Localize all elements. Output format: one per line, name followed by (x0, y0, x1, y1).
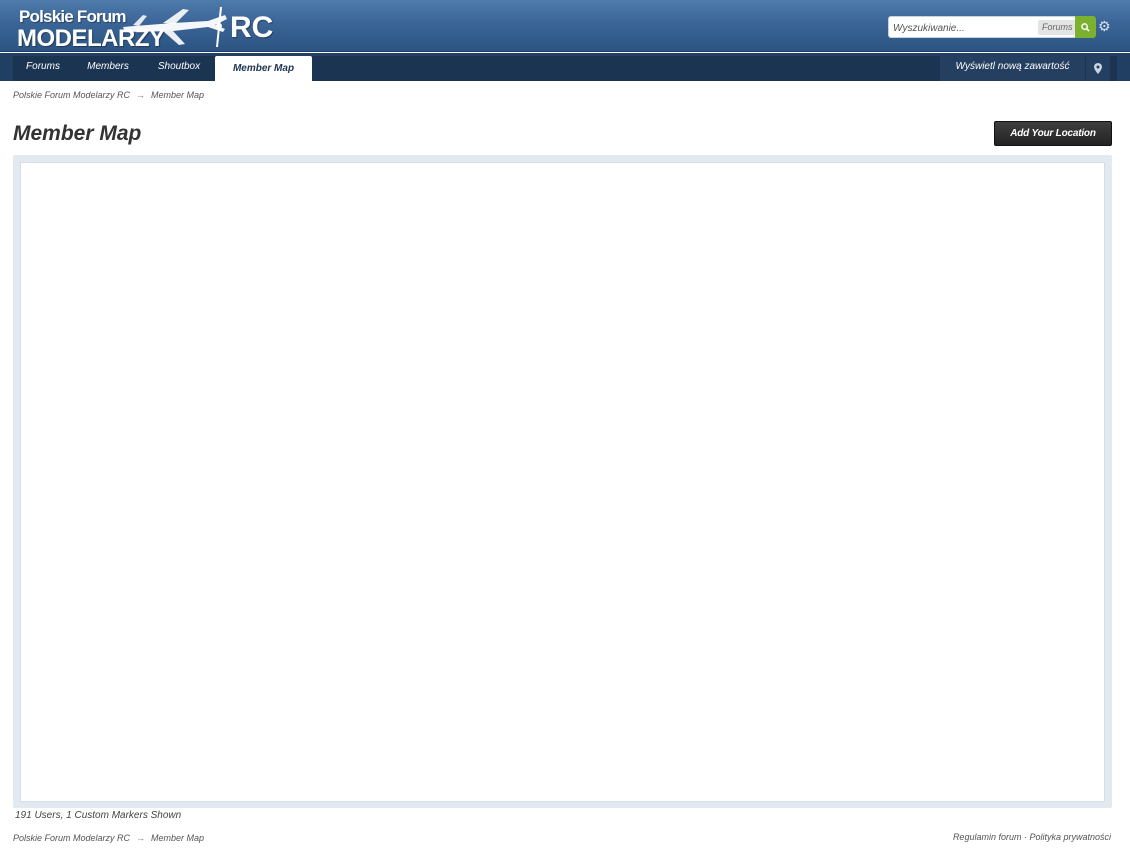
map-container (13, 155, 1112, 808)
site-logo[interactable]: Polskie Forum MODELARZY RC (17, 5, 287, 52)
breadcrumb-current[interactable]: Member Map (151, 90, 204, 100)
tab-members[interactable]: Members (77, 56, 139, 81)
footer-breadcrumb-separator: → (136, 833, 146, 843)
search-scope-button[interactable]: Forums (1038, 20, 1077, 35)
tab-shoutbox[interactable]: Shoutbox (143, 56, 215, 81)
search-box: Forums (888, 16, 1077, 38)
page-title: Member Map (13, 122, 142, 145)
plane-logo-icon (123, 6, 227, 48)
breadcrumb: Polskie Forum Modelarzy RC → Member Map (13, 90, 204, 100)
tab-member-map[interactable]: Member Map (215, 56, 312, 81)
logo-text-top: Polskie Forum (19, 7, 127, 26)
footer-links[interactable]: Regulamin forum · Polityka prywatności (953, 832, 1111, 842)
site-header: Polskie Forum MODELARZY RC Forums ⚙ (0, 0, 1130, 52)
view-new-content-link[interactable]: Wyświetl nową zawartość (940, 56, 1085, 81)
search-icon (1081, 22, 1090, 32)
search-input[interactable] (893, 21, 1033, 35)
logo-rc: RC (230, 11, 274, 44)
breadcrumb-separator: → (136, 90, 146, 100)
search-button[interactable] (1075, 16, 1096, 38)
footer-breadcrumb-home[interactable]: Polskie Forum Modelarzy RC (13, 833, 130, 843)
search-form: Forums (888, 16, 1096, 38)
map-status: 191 Users, 1 Custom Markers Shown (15, 810, 182, 821)
map-pin-button[interactable] (1086, 56, 1110, 81)
breadcrumb-home[interactable]: Polskie Forum Modelarzy RC (13, 90, 130, 100)
gear-icon[interactable]: ⚙ (1098, 18, 1112, 34)
footer-breadcrumb-current[interactable]: Member Map (151, 833, 204, 843)
tab-forums[interactable]: Forums (13, 56, 73, 81)
footer-breadcrumb: Polskie Forum Modelarzy RC → Member Map (13, 833, 204, 843)
main-nav: Forums Members Shoutbox Member Map Wyświ… (0, 53, 1130, 81)
map-pin-icon (1094, 63, 1102, 74)
add-location-button[interactable]: Add Your Location (994, 121, 1112, 146)
member-map[interactable] (20, 162, 1105, 802)
